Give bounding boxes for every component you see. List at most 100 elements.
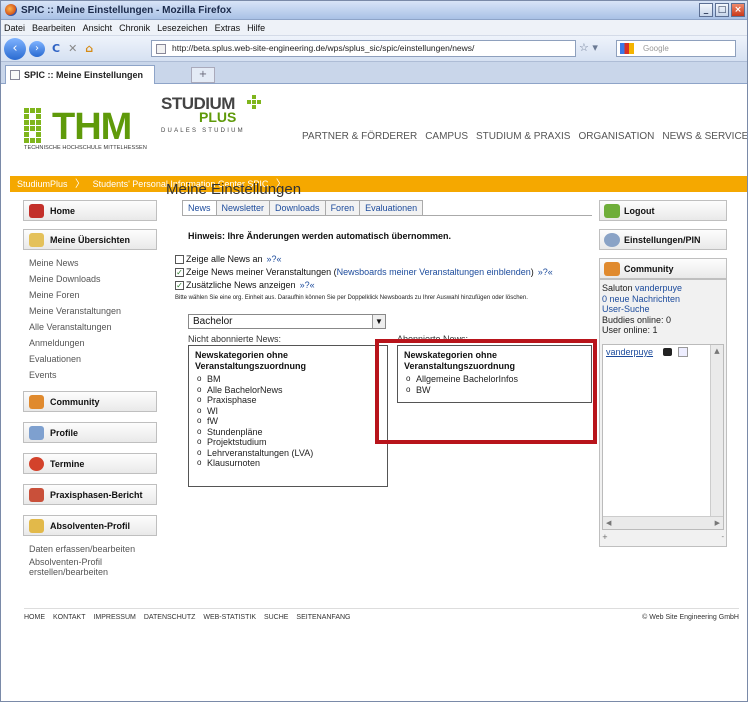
checkbox-zusaetzliche-news[interactable]: ✓ [175, 280, 184, 290]
url-bar[interactable]: http://beta.splus.web-site-engineering.d… [151, 40, 576, 57]
option-meine-veranstaltungen-close: ) [530, 267, 534, 277]
footer-impressum[interactable]: IMPRESSUM [93, 614, 135, 621]
menu-lesezeichen[interactable]: Lesezeichen [157, 23, 208, 33]
footer-kontakt[interactable]: KONTAKT [53, 614, 86, 621]
user-link[interactable]: vanderpuye [635, 283, 682, 293]
settings-pin-button[interactable]: Einstellungen/PIN [599, 229, 727, 250]
sidebar-absolventen[interactable]: Absolventen-Profil [23, 515, 157, 536]
scroll-left-icon[interactable]: ◀ [606, 517, 611, 529]
footer-datenschutz[interactable]: DATENSCHUTZ [144, 614, 196, 621]
sidebar-item-meine-foren[interactable]: Meine Foren [29, 287, 157, 303]
camera-icon[interactable] [663, 348, 672, 356]
maximize-button[interactable]: □ [715, 3, 729, 17]
list-item[interactable]: Klausurnoten [195, 458, 381, 469]
help-link-3[interactable]: »?« [300, 280, 315, 290]
forward-button[interactable]: › [29, 40, 45, 57]
sidebar-item-events[interactable]: Events [29, 367, 157, 383]
footer-suche[interactable]: SUCHE [264, 614, 289, 621]
tab-newsletter[interactable]: Newsletter [215, 200, 271, 216]
logout-button[interactable]: Logout [599, 200, 727, 221]
nav-news-service[interactable]: NEWS & SERVICE [662, 131, 747, 142]
nav-studium-praxis[interactable]: STUDIUM & PRAXIS [476, 131, 570, 142]
list-item[interactable]: fW [195, 416, 381, 427]
help-link-2[interactable]: »?« [538, 267, 553, 277]
newsboards-einblenden-link[interactable]: Newsboards meiner Veranstaltungen einble… [337, 267, 531, 277]
online-user-link[interactable]: vanderpuye [606, 347, 653, 357]
back-button[interactable]: ‹ [4, 37, 26, 60]
menu-chronik[interactable]: Chronik [119, 23, 150, 33]
breadcrumb-studiumplus[interactable]: StudiumPlus [17, 179, 68, 189]
menu-hilfe[interactable]: Hilfe [247, 23, 265, 33]
sidebar-community[interactable]: Community [23, 391, 157, 412]
tab-news[interactable]: News [182, 200, 217, 216]
sidebar-item-meine-veranstaltungen[interactable]: Meine Veranstaltungen [29, 303, 157, 319]
bookmark-star-icon[interactable]: ☆ ▾ [579, 41, 598, 54]
help-link-1[interactable]: »?« [267, 254, 282, 264]
messages-link[interactable]: neue Nachrichten [607, 294, 681, 304]
footer-seitenanfang[interactable]: SEITENANFANG [296, 614, 350, 621]
horizontal-scrollbar[interactable]: ◀ ▶ [603, 516, 723, 529]
tab-downloads[interactable]: Downloads [269, 200, 326, 216]
list-item[interactable]: Lehrveranstaltungen (LVA) [195, 448, 381, 459]
sidebar-item-absolventen-profil[interactable]: Absolventen-Profil [29, 557, 157, 567]
menu-extras[interactable]: Extras [215, 23, 241, 33]
org-unit-select[interactable]: Bachelor ▼ [188, 314, 386, 329]
list-item[interactable]: Stundenpläne [195, 427, 381, 438]
list-item[interactable]: BM [195, 374, 381, 385]
menu-datei[interactable]: Datei [4, 23, 25, 33]
scroll-up-icon[interactable]: ▲ [711, 345, 723, 357]
thm-logo[interactable]: THM TECHNISCHE HOCHSCHULE MITTELHESSEN [24, 106, 148, 156]
sidebar-termine[interactable]: Termine [23, 453, 157, 474]
vertical-scrollbar[interactable]: ▲ [710, 345, 723, 517]
settings-pin-label: Einstellungen/PIN [624, 235, 701, 245]
sidebar-item-meine-news[interactable]: Meine News [29, 255, 157, 271]
reload-icon[interactable]: C [52, 42, 60, 55]
sidebar-item-meine-downloads[interactable]: Meine Downloads [29, 271, 157, 287]
sidebar-uebersichten[interactable]: Meine Übersichten [23, 229, 157, 250]
community-label: Community [624, 264, 674, 274]
nav-campus[interactable]: CAMPUS [425, 131, 468, 142]
home-icon[interactable]: ⌂ [85, 42, 93, 55]
user-search-link[interactable]: User-Suche [602, 304, 724, 315]
list-item[interactable]: Praxisphase [195, 395, 381, 406]
sidebar-item-alle-veranstaltungen[interactable]: Alle Veranstaltungen [29, 319, 157, 335]
sidebar-item-evaluationen[interactable]: Evaluationen [29, 351, 157, 367]
community-header[interactable]: Community [599, 258, 727, 279]
search-box[interactable]: Google [616, 40, 736, 57]
menu-ansicht[interactable]: Ansicht [83, 23, 113, 33]
checkbox-alle-news[interactable] [175, 254, 184, 264]
minimize-button[interactable]: _ [699, 3, 713, 17]
sidebar-home[interactable]: Home [23, 200, 157, 221]
scroll-right-icon[interactable]: ▶ [715, 517, 720, 529]
left-sidebar: Home Meine Übersichten Meine News Meine … [23, 200, 157, 579]
list-item[interactable]: WI [195, 406, 381, 417]
footer-home[interactable]: HOME [24, 614, 45, 621]
sidebar-item-daten-erfassen[interactable]: Daten erfassen/bearbeiten [29, 541, 157, 557]
tab-evaluationen[interactable]: Evaluationen [359, 200, 424, 216]
thm-wordmark: THM [52, 106, 132, 148]
breadcrumb-separator-icon: 〉 [75, 179, 86, 190]
expand-icon[interactable]: + [602, 533, 608, 541]
list-item[interactable]: Projektstudium [195, 437, 381, 448]
sidebar-item-erstellen-bearbeiten[interactable]: erstellen/bearbeiten [29, 567, 157, 577]
page-icon [156, 44, 166, 54]
nav-partner[interactable]: PARTNER & FÖRDERER [302, 131, 417, 142]
new-tab-button[interactable]: + [191, 67, 215, 83]
footer-web-statistik[interactable]: WEB-STATISTIK [203, 614, 256, 621]
not-subscribed-list[interactable]: Newskategorien ohne Veranstaltungszuordn… [188, 345, 388, 487]
sidebar-profile[interactable]: Profile [23, 422, 157, 443]
stop-icon[interactable]: ✕ [68, 42, 77, 55]
sidebar-item-anmeldungen[interactable]: Anmeldungen [29, 335, 157, 351]
list-item[interactable]: Alle BachelorNews [195, 385, 381, 396]
autosave-hint: Hinweis: Ihre Änderungen werden automati… [188, 231, 452, 241]
studiumplus-logo[interactable]: STUDIUM PLUS DUALES STUDIUM [161, 94, 266, 158]
message-icon[interactable] [678, 347, 688, 357]
checkbox-meine-veranstaltungen[interactable]: ✓ [175, 267, 184, 277]
sidebar-praxisphasen[interactable]: Praxisphasen-Bericht [23, 484, 157, 505]
browser-tab[interactable]: SPIC :: Meine Einstellungen [5, 65, 155, 84]
close-button[interactable]: × [731, 3, 745, 17]
collapse-icon[interactable]: - [721, 533, 724, 541]
tab-foren[interactable]: Foren [324, 200, 361, 216]
menu-bearbeiten[interactable]: Bearbeiten [32, 23, 76, 33]
nav-organisation[interactable]: ORGANISATION [578, 131, 654, 142]
